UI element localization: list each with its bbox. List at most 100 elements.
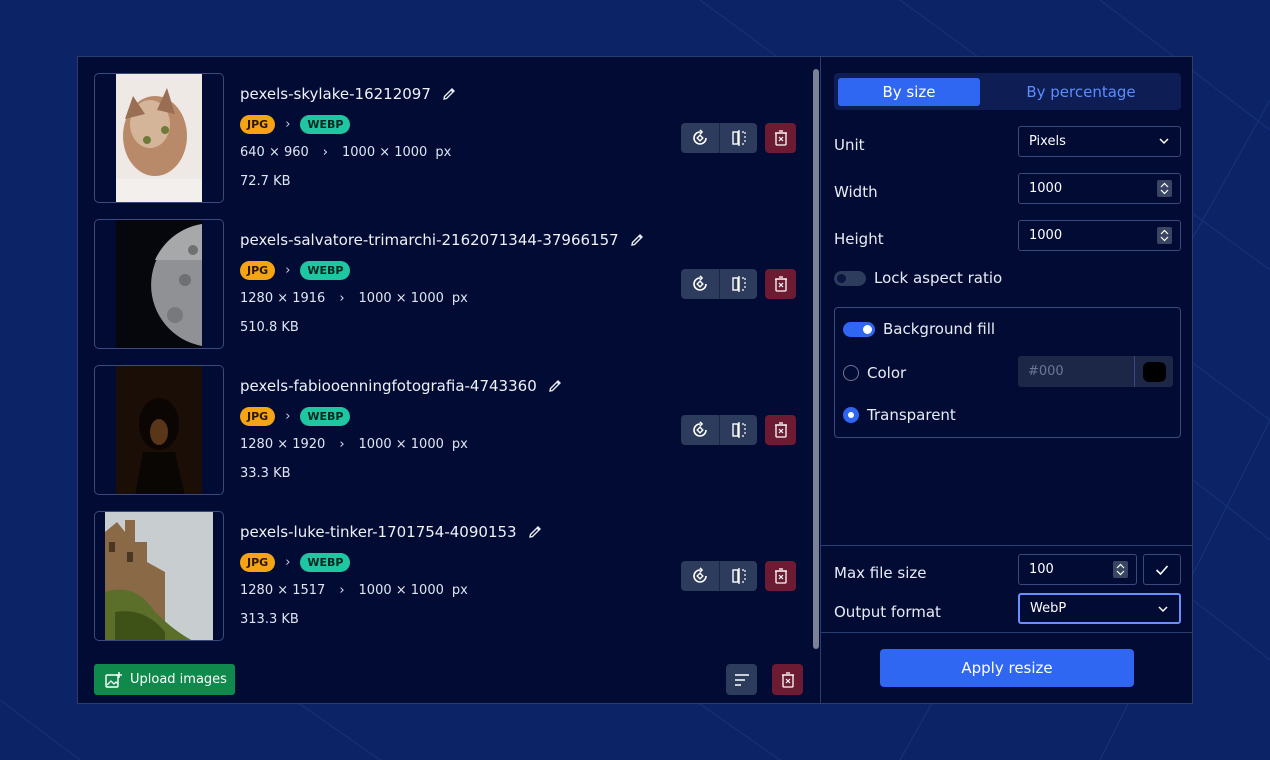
file-size: 33.3 KB — [240, 466, 291, 481]
tab-by-percentage[interactable]: By percentage — [986, 78, 1176, 106]
scrollbar-thumb[interactable] — [813, 69, 819, 649]
dimensions: 640 × 960 › 1000 × 1000 px — [240, 145, 451, 160]
delete-button[interactable] — [765, 561, 796, 591]
rotate-button[interactable] — [681, 561, 719, 591]
image-add-icon — [105, 671, 122, 688]
output-format-select[interactable]: WebP — [1018, 593, 1181, 624]
unit-select-value: Pixels — [1029, 134, 1066, 149]
target-format-badge: WEBP — [300, 115, 351, 134]
rotate-button[interactable] — [681, 123, 719, 153]
delete-button[interactable] — [765, 123, 796, 153]
chevron-right-icon: › — [339, 583, 345, 598]
delete-button[interactable] — [765, 269, 796, 299]
delete-button[interactable] — [765, 415, 796, 445]
delete-all-button[interactable] — [772, 664, 803, 695]
section-divider — [821, 632, 1193, 633]
background-fill-group: Background fill Color #000 Transparent — [834, 307, 1181, 438]
tab-by-size[interactable]: By size — [838, 78, 980, 106]
transparent-label: Transparent — [867, 406, 956, 424]
lock-aspect-ratio-row: Lock aspect ratio — [834, 269, 1002, 287]
image-thumbnail — [94, 511, 224, 641]
target-dimensions: 1000 × 1000 — [358, 291, 444, 306]
image-list-panel: pexels-skylake-16212097 JPG › WEBP 640 ×… — [78, 57, 820, 703]
edit-pencil-icon[interactable] — [527, 524, 543, 540]
original-dimensions: 640 × 960 — [240, 145, 309, 160]
background-fill-toggle[interactable] — [843, 321, 875, 337]
item-actions — [681, 415, 796, 445]
height-input-value: 1000 — [1029, 228, 1063, 243]
trash-icon — [774, 276, 787, 292]
color-swatch-button[interactable] — [1134, 356, 1173, 387]
edit-pencil-icon[interactable] — [629, 232, 645, 248]
file-name-text: pexels-fabiooenningfotografia-4743360 — [240, 377, 537, 395]
color-hex-input[interactable]: #000 — [1018, 356, 1173, 387]
confirm-max-size-button[interactable] — [1143, 554, 1181, 585]
source-format-badge: JPG — [240, 407, 276, 426]
flip-button[interactable] — [719, 561, 757, 591]
flip-button[interactable] — [719, 269, 757, 299]
trash-icon — [774, 130, 787, 146]
rotate-button[interactable] — [681, 269, 719, 299]
upload-images-button[interactable]: Upload images — [94, 664, 235, 695]
color-option[interactable]: Color — [843, 364, 906, 382]
upload-images-label: Upload images — [130, 672, 227, 687]
item-actions — [681, 123, 796, 153]
height-stepper[interactable] — [1157, 227, 1172, 244]
transform-buttons — [681, 415, 757, 445]
height-input[interactable]: 1000 — [1018, 220, 1181, 251]
rotate-button[interactable] — [681, 415, 719, 445]
chevron-right-icon: › — [339, 437, 345, 452]
original-dimensions: 1280 × 1916 — [240, 291, 326, 306]
target-format-badge: WEBP — [300, 261, 351, 280]
dimension-unit: px — [451, 583, 468, 598]
stepper-arrows-icon — [1160, 182, 1169, 195]
source-format-badge: JPG — [240, 553, 276, 572]
transparent-option[interactable]: Transparent — [843, 406, 956, 424]
chevron-right-icon: › — [285, 117, 291, 132]
sort-button[interactable] — [726, 664, 757, 695]
lock-aspect-ratio-toggle[interactable] — [834, 270, 866, 286]
width-stepper[interactable] — [1157, 180, 1172, 197]
flip-button[interactable] — [719, 123, 757, 153]
dimension-unit: px — [451, 437, 468, 452]
unit-select[interactable]: Pixels — [1018, 126, 1181, 157]
output-format-label: Output format — [834, 603, 941, 621]
chevron-right-icon: › — [322, 145, 328, 160]
width-input-value: 1000 — [1029, 181, 1063, 196]
resize-settings-panel: By size By percentage Unit Pixels Width … — [820, 57, 1193, 703]
flip-icon — [731, 276, 746, 292]
unit-label: Unit — [834, 136, 865, 154]
rotate-icon — [693, 275, 707, 291]
lock-aspect-ratio-label: Lock aspect ratio — [874, 269, 1003, 287]
source-format-badge: JPG — [240, 115, 276, 134]
file-name-text: pexels-luke-tinker-1701754-4090153 — [240, 523, 517, 541]
width-input[interactable]: 1000 — [1018, 173, 1181, 204]
color-hex-placeholder: #000 — [1028, 364, 1064, 379]
format-conversion: JPG › WEBP — [240, 115, 351, 134]
dimension-unit: px — [435, 145, 452, 160]
flip-icon — [731, 422, 746, 438]
chevron-down-icon — [1158, 606, 1168, 613]
max-file-size-input[interactable]: 100 — [1018, 554, 1137, 585]
file-name-text: pexels-skylake-16212097 — [240, 85, 431, 103]
color-radio[interactable] — [843, 365, 859, 381]
width-label: Width — [834, 183, 878, 201]
transparent-radio[interactable] — [843, 407, 859, 423]
color-label: Color — [867, 364, 907, 382]
dimensions: 1280 × 1517 › 1000 × 1000 px — [240, 583, 468, 598]
item-actions — [681, 269, 796, 299]
image-thumbnail — [94, 365, 224, 495]
dimensions: 1280 × 1920 › 1000 × 1000 px — [240, 437, 468, 452]
edit-pencil-icon[interactable] — [547, 378, 563, 394]
max-file-size-label: Max file size — [834, 564, 927, 582]
list-scrollbar[interactable] — [812, 61, 820, 657]
apply-resize-button[interactable]: Apply resize — [880, 649, 1134, 687]
resize-mode-tabs: By size By percentage — [834, 73, 1181, 110]
flip-button[interactable] — [719, 415, 757, 445]
max-file-size-stepper[interactable] — [1113, 561, 1128, 578]
edit-pencil-icon[interactable] — [441, 86, 457, 102]
image-list-item: pexels-salvatore-trimarchi-2162071344-37… — [94, 219, 814, 349]
item-actions — [681, 561, 796, 591]
file-name: pexels-luke-tinker-1701754-4090153 — [240, 523, 543, 541]
chevron-right-icon: › — [285, 555, 291, 570]
